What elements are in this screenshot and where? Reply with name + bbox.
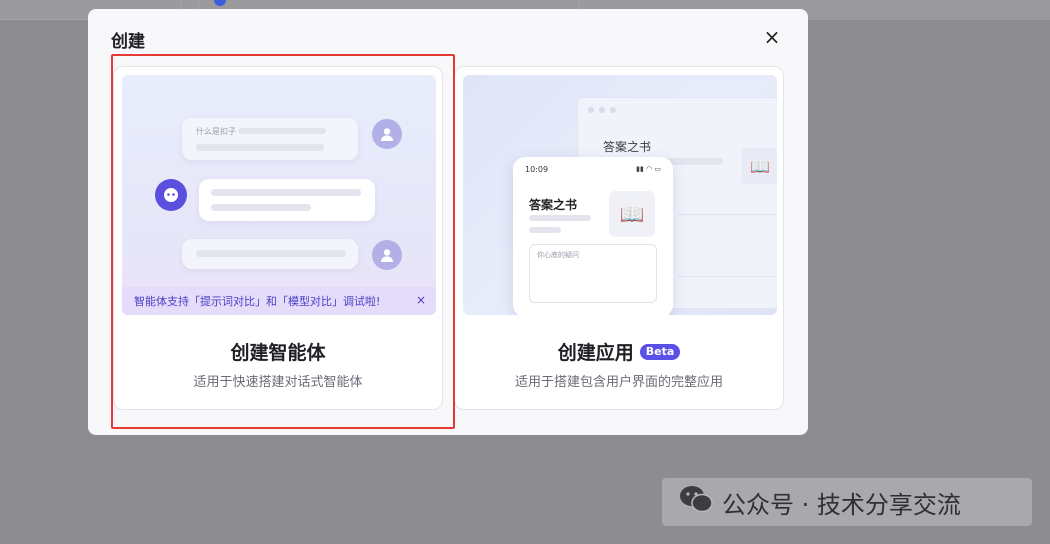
app-card-title: 创建应用 Beta — [455, 338, 783, 365]
banner-close-icon[interactable]: × — [416, 293, 426, 307]
placeholder-bar — [211, 189, 361, 196]
chat-bubble — [199, 179, 375, 221]
placeholder-bar — [529, 227, 561, 233]
feature-banner: 智能体支持「提示词对比」和「模型对比」调试啦! × — [122, 287, 436, 315]
app-card-description: 适用于搭建包含用户界面的完整应用 — [514, 375, 723, 390]
question-text: 什么是扣子 — [196, 127, 236, 136]
chat-bubble — [182, 239, 358, 269]
book-icon: 📖 — [742, 148, 777, 184]
divider — [678, 276, 777, 277]
watermark-text: 公众号 · 技术分享交流 — [722, 490, 961, 519]
modal-title: 创建 — [111, 32, 145, 52]
beta-badge: Beta — [639, 343, 681, 360]
divider — [678, 214, 777, 215]
placeholder-bar — [211, 204, 311, 211]
placeholder-bar — [196, 250, 346, 257]
close-icon[interactable]: × — [761, 26, 783, 48]
placeholder-bar — [196, 144, 324, 151]
app-card-title-text: 创建应用 — [557, 342, 634, 364]
placeholder-bar — [238, 128, 326, 134]
chat-bubble: 什么是扣子 — [182, 118, 358, 160]
banner-text: 智能体支持「提示词对比」和「模型对比」调试啦! — [134, 295, 381, 308]
agent-preview-illustration: 什么是扣子 智能体支持「提示词对比」和「模型对比」调试啦! × — [122, 75, 436, 315]
placeholder-bar — [529, 215, 591, 221]
wechat-icon — [678, 484, 714, 521]
agent-card-title: 创建智能体 — [230, 342, 326, 364]
window-dots-icon — [588, 107, 616, 113]
bot-avatar-icon — [155, 179, 187, 211]
input-placeholder: 你心底的疑问 — [537, 251, 579, 259]
phone-status-icon: ▮▮ ◠ ▭ — [636, 165, 661, 173]
phone-time: 10:09 — [525, 165, 549, 174]
create-app-card[interactable]: 答案之书 📖 10:09 ▮▮ ◠ ▭ 答案之书 📖 你心底的疑问 创建应用 Be… — [454, 66, 784, 410]
phone-title: 答案之书 — [529, 198, 578, 212]
watermark: 公众号 · 技术分享交流 — [662, 478, 1032, 526]
user-avatar-icon — [372, 240, 402, 270]
browser-title: 答案之书 — [603, 140, 652, 154]
create-modal: 创建 × 什么是扣子 智能体支持「提示词对比」和「模型对比」调试啦! × 创建智… — [88, 9, 808, 435]
phone-illustration: 10:09 ▮▮ ◠ ▭ 答案之书 📖 你心底的疑问 — [513, 157, 673, 315]
agent-card-description: 适用于快速搭建对话式智能体 — [193, 375, 363, 390]
create-agent-card[interactable]: 什么是扣子 智能体支持「提示词对比」和「模型对比」调试啦! × 创建智能体 适用… — [113, 66, 443, 410]
book-icon: 📖 — [609, 191, 655, 237]
app-preview-illustration: 答案之书 📖 10:09 ▮▮ ◠ ▭ 答案之书 📖 你心底的疑问 — [463, 75, 777, 315]
user-avatar-icon — [372, 119, 402, 149]
